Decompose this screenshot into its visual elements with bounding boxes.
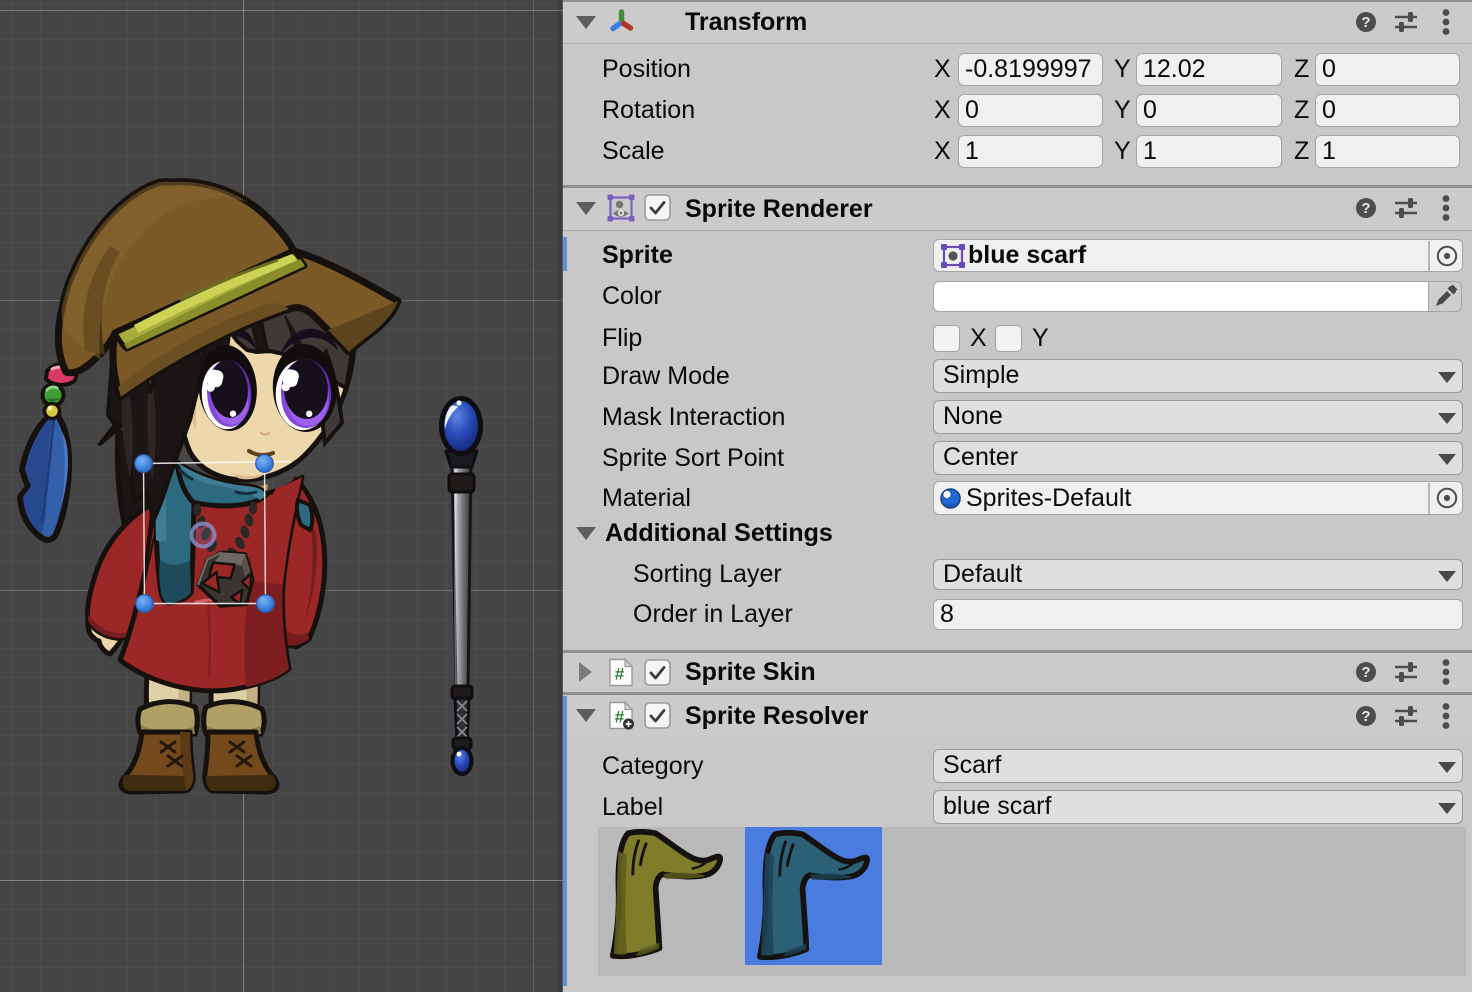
- svg-text:#: #: [615, 665, 625, 684]
- svg-text:?: ?: [1361, 14, 1370, 31]
- svg-text:?: ?: [1361, 708, 1370, 725]
- svg-text:?: ?: [1361, 200, 1370, 217]
- svg-text:?: ?: [1361, 664, 1370, 681]
